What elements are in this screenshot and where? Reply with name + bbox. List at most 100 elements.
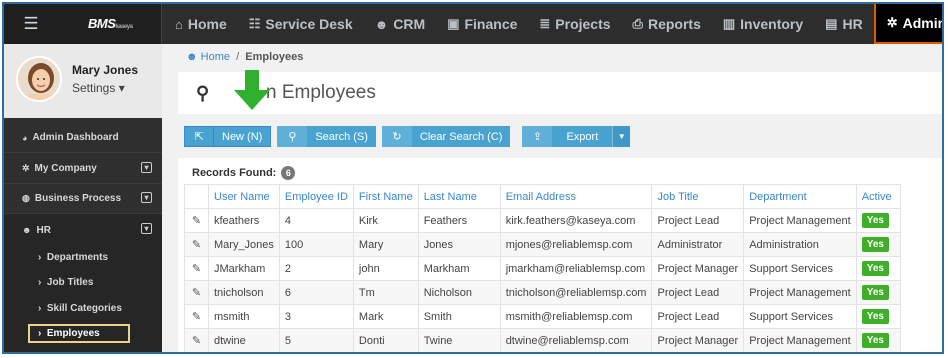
table-cell: 100 [278, 232, 354, 257]
edit-icon[interactable]: ✎ [184, 304, 209, 329]
table-cell: mjones@reliablemsp.com [499, 232, 653, 257]
nav-finance[interactable]: ▣ Finance [436, 4, 528, 44]
gear-icon: ✲ [886, 15, 898, 30]
table-row[interactable]: ✎ Mary_Jones 100 Mary Jones mjones@reliablems… [184, 232, 901, 257]
chevron-down-icon[interactable]: ▼ [612, 126, 631, 147]
active-badge: Yes [861, 261, 889, 276]
nav-hr[interactable]: ▤ HR [814, 4, 874, 44]
nav-label: Reports [647, 16, 701, 32]
nav-reports[interactable]: ⎙ Reports [622, 4, 712, 44]
nav-label: Admin [902, 15, 944, 31]
sidebar-item-job-titles[interactable]: › Job Titles [4, 269, 162, 295]
column-header[interactable]: User Name [208, 184, 280, 209]
table-cell: Administrator [651, 232, 745, 257]
print-icon: ⎙ [632, 16, 643, 31]
column-header[interactable]: Job Title [651, 184, 745, 209]
table-cell: Mary_Jones [208, 232, 280, 257]
sidebar-item-hr[interactable]: ☻ HR ▾ [4, 215, 162, 245]
table-cell: Project Lead [651, 304, 745, 329]
edit-icon[interactable]: ✎ [184, 280, 209, 305]
globe-icon: ◍ [22, 193, 30, 203]
sidebar-item-departments[interactable]: › Departments [4, 244, 162, 270]
sidebar-item-admin-dashboard[interactable]: ◕ Admin Dashboard [4, 123, 162, 153]
table-cell: 5 [278, 328, 354, 352]
active-badge: Yes [861, 309, 889, 324]
sidebar-item-business-process[interactable]: ◍ Business Process ▾ [4, 184, 162, 214]
expand-icon[interactable]: ▾ [141, 192, 152, 203]
table-header-row: User Name Employee ID First Name Last Name E… [184, 184, 901, 209]
nav-inventory[interactable]: ▥ Inventory [712, 4, 814, 44]
edit-icon[interactable]: ✎ [184, 208, 209, 233]
nav-projects[interactable]: ≣ Projects [528, 4, 621, 44]
new-button[interactable]: ⇱ New (N) [184, 126, 272, 147]
hamburger-menu-icon[interactable]: ☰ [20, 13, 42, 35]
active-cell: Yes [855, 280, 901, 305]
nav-admin[interactable]: ✲ Admin [873, 4, 944, 44]
nav-crm[interactable]: ☻ CRM [364, 4, 437, 44]
table-cell: Project Manager [651, 328, 745, 352]
table-cell: 3 [278, 304, 354, 329]
table-cell: Twine [417, 328, 501, 352]
logo-area: ☰ BMSkaseya [4, 4, 162, 44]
column-header[interactable]: First Name [352, 184, 419, 209]
table-row[interactable]: ✎ JMarkham 2 john Markham jmarkham@reliablems… [184, 256, 901, 281]
column-header[interactable]: Last Name [417, 184, 501, 209]
user-settings-dropdown[interactable]: Settings ▾ [72, 81, 125, 95]
expand-icon[interactable]: ▾ [141, 162, 152, 173]
money-icon: ▣ [447, 16, 460, 31]
new-icon: ⇱ [184, 126, 214, 147]
sitemap-icon: ☷ [248, 16, 261, 31]
active-badge: Yes [861, 237, 889, 252]
active-badge: Yes [861, 213, 889, 228]
table-cell: Kirk [352, 208, 419, 233]
tasks-icon: ≣ [539, 16, 551, 31]
table-cell: Project Manager [651, 256, 745, 281]
nav-label: Service Desk [265, 16, 353, 32]
employees-panel: Records Found: 6 User Name Employee ID Fir… [178, 158, 942, 352]
top-navigation-bar: ☰ BMSkaseya ⌂ Home ☷ Service Desk ☻ CRM ▣ Finan… [4, 4, 942, 44]
collapse-icon[interactable]: ▾ [141, 223, 152, 234]
active-cell: Yes [855, 256, 901, 281]
sidebar-item-skill-categories[interactable]: › Skill Categories [4, 295, 162, 321]
clear-search-button[interactable]: ↻ Clear Search (C) [381, 126, 511, 147]
table-row[interactable]: ✎ tnicholson 6 Tm Nicholson tnicholson@reliab… [184, 280, 901, 305]
main-content: ☻ Home / Employees ⚲ n Employees ⇱ New (… [164, 44, 942, 352]
barcode-icon: ▥ [722, 16, 736, 31]
edit-icon[interactable]: ✎ [184, 256, 209, 281]
toolbar: ⇱ New (N) ⚲ Search (S) ↻ Clear Search (C… [184, 126, 636, 148]
table-cell: Markham [417, 256, 501, 281]
edit-icon[interactable]: ✎ [184, 328, 209, 352]
nav-service-desk[interactable]: ☷ Service Desk [238, 4, 364, 44]
breadcrumb-home[interactable]: ☻ Home [186, 51, 230, 63]
dashboard-icon: ◕ [22, 132, 28, 143]
table-cell: Project Lead [651, 280, 745, 305]
table-cell: dtwine@reliablemsp.com [499, 328, 653, 352]
table-cell: Project Management [743, 208, 857, 233]
table-cell: Project Lead [651, 208, 745, 233]
table-row[interactable]: ✎ msmith 3 Mark Smith msmith@reliablemsp.com P… [184, 304, 901, 329]
nav-label: Finance [464, 16, 518, 32]
column-header[interactable]: Active [855, 184, 901, 209]
column-header[interactable]: Employee ID [278, 184, 354, 209]
table-cell: Project Management [743, 280, 857, 305]
sidebar-item-label: My Company [34, 163, 97, 174]
column-header[interactable]: Email Address [499, 184, 653, 209]
table-cell: 4 [278, 208, 354, 233]
nav-label: Home [187, 16, 227, 32]
column-header[interactable]: Department [743, 184, 857, 209]
gear-icon: ✲ [22, 163, 30, 173]
users-icon: ☻ [22, 225, 32, 235]
sidebar-item-my-company[interactable]: ✲ My Company ▾ [4, 154, 162, 184]
records-found: Records Found: 6 [192, 166, 296, 180]
search-icon: ⚲ [196, 83, 210, 103]
sidebar-item-employees[interactable]: › Employees [28, 324, 130, 343]
table-row[interactable]: ✎ dtwine 5 Donti Twine dtwine@reliablemsp.com… [184, 328, 901, 352]
table-cell: Administration [743, 232, 857, 257]
export-icon: ⇪ [522, 126, 553, 147]
edit-icon[interactable]: ✎ [184, 232, 209, 257]
table-row[interactable]: ✎ kfeathers 4 Kirk Feathers kirk.feathers@kas… [184, 208, 901, 233]
table-cell: Jones [417, 232, 501, 257]
search-button[interactable]: ⚲ Search (S) [277, 126, 376, 147]
export-button[interactable]: ⇪ Export ▼ [522, 126, 631, 147]
nav-home[interactable]: ⌂ Home [164, 4, 238, 44]
